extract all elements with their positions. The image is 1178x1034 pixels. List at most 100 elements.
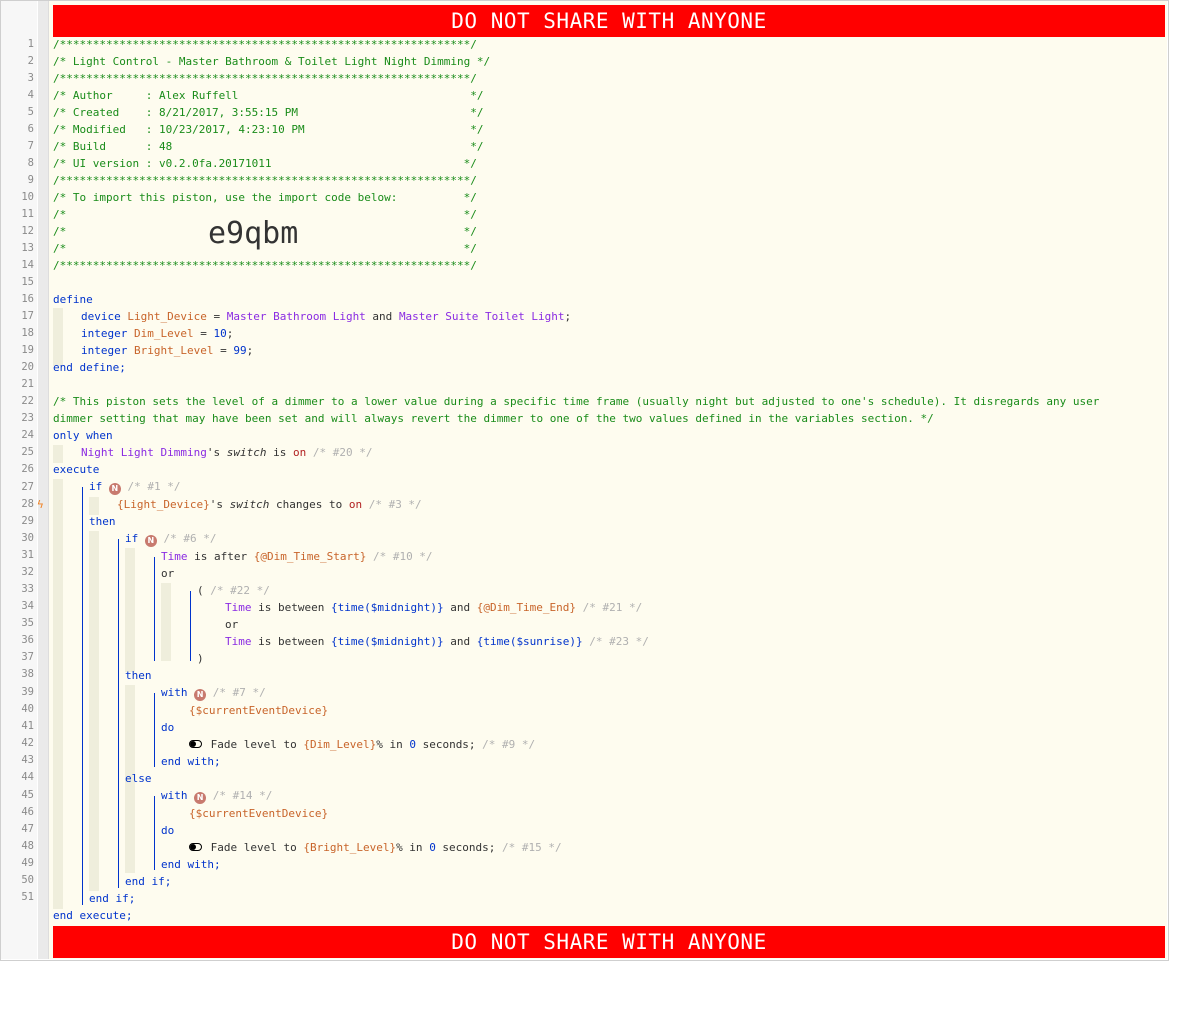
with-statement[interactable]: with N /* #14 */ <box>161 789 272 804</box>
block-bracket <box>190 591 191 661</box>
restriction-condition[interactable]: Night Light Dimming's switch is on /* #2… <box>81 446 372 459</box>
code-line: /***************************************… <box>53 72 477 85</box>
line-number: 14 <box>21 259 34 271</box>
execute-keyword[interactable]: execute <box>53 463 99 476</box>
line-number: 39 <box>21 686 34 698</box>
line-number: 30 <box>21 532 34 544</box>
end-if-keyword[interactable]: end if; <box>125 875 171 888</box>
else-keyword[interactable]: else <box>125 772 152 785</box>
block-bracket <box>82 487 83 905</box>
line-number: 11 <box>21 208 34 220</box>
end-with-keyword[interactable]: end with; <box>161 755 221 768</box>
code-line: /* Modified : 10/23/2017, 4:23:10 PM */ <box>53 123 484 136</box>
line-number: 26 <box>21 463 34 475</box>
end-if-keyword[interactable]: end if; <box>89 892 135 905</box>
line-number: 34 <box>21 600 34 612</box>
indent-rail <box>89 531 99 891</box>
indent-rail <box>89 497 99 515</box>
indent-rail <box>161 583 171 661</box>
line-number: 21 <box>21 378 34 390</box>
if-statement[interactable]: if N /* #1 */ <box>89 480 180 495</box>
n-badge-icon: N <box>194 792 207 804</box>
end-with-keyword[interactable]: end with; <box>161 858 221 871</box>
indent-rail <box>53 479 63 909</box>
do-keyword[interactable]: do <box>161 721 174 734</box>
line-number: 25 <box>21 446 34 458</box>
device-reference[interactable]: {$currentEventDevice} <box>189 704 328 717</box>
condition[interactable]: Time is after {@Dim_Time_Start} /* #10 *… <box>161 550 433 563</box>
line-number: 18 <box>21 327 34 339</box>
or-operator[interactable]: or <box>225 618 238 631</box>
code-line: /***************************************… <box>53 259 477 272</box>
line-number: 2 <box>27 55 34 67</box>
line-number: 44 <box>21 771 34 783</box>
line-number: 6 <box>27 123 34 135</box>
n-badge-icon: N <box>144 535 157 547</box>
group-close: ) <box>197 652 204 665</box>
line-number: 45 <box>21 789 34 801</box>
warning-banner-bottom: DO NOT SHARE WITH ANYONE <box>53 926 1165 958</box>
line-number: 37 <box>21 651 34 663</box>
condition[interactable]: Time is between {time($midnight)} and {@… <box>225 601 642 614</box>
line-number: 8 <box>27 157 34 169</box>
line-number: 3 <box>27 72 34 84</box>
device-reference[interactable]: {$currentEventDevice} <box>189 807 328 820</box>
line-number: 4 <box>27 89 34 101</box>
or-operator[interactable]: or <box>161 567 174 580</box>
block-bracket <box>154 557 155 661</box>
define-statement[interactable]: device Light_Device = Master Bathroom Li… <box>81 310 571 323</box>
end-execute-keyword[interactable]: end execute; <box>53 909 132 922</box>
line-number: 16 <box>21 293 34 305</box>
code-line: /* To import this piston, use the import… <box>53 191 477 204</box>
line-number: 24 <box>21 429 34 441</box>
description-comment: /* This piston sets the level of a dimme… <box>53 395 1100 408</box>
line-number: 12 <box>21 225 34 237</box>
line-number: 7 <box>27 140 34 152</box>
toggle-switch-icon <box>189 843 202 851</box>
define-statement[interactable]: integer Bright_Level = 99; <box>81 344 253 357</box>
description-comment: dimmer setting that may have been set an… <box>53 412 934 425</box>
line-number: 32 <box>21 566 34 578</box>
then-keyword[interactable]: then <box>89 515 116 528</box>
if-statement[interactable]: if N /* #6 */ <box>125 532 216 547</box>
define-keyword[interactable]: define <box>53 293 93 306</box>
line-number: 27 <box>21 481 34 493</box>
task-statement[interactable]: Fade level to {Bright_Level}% in 0 secon… <box>189 841 562 854</box>
line-number: 46 <box>21 806 34 818</box>
with-statement[interactable]: with N /* #7 */ <box>161 686 266 701</box>
line-number: 49 <box>21 857 34 869</box>
line-number: 28 <box>21 498 34 510</box>
define-statement[interactable]: integer Dim_Level = 10; <box>81 327 233 340</box>
trigger-condition[interactable]: {Light_Device}'s switch changes to on /*… <box>117 498 422 511</box>
condition-group[interactable]: ( /* #22 */ <box>197 584 270 597</box>
code-line: /* Author : Alex Ruffell */ <box>53 89 484 102</box>
line-number: 38 <box>21 668 34 680</box>
block-bracket <box>154 693 155 767</box>
then-keyword[interactable]: then <box>125 669 152 682</box>
code-line: /* Created : 8/21/2017, 3:55:15 PM */ <box>53 106 484 119</box>
line-number: 17 <box>21 310 34 322</box>
lightning-bolt-icon: ϟ <box>37 498 44 511</box>
line-number: 22 <box>21 395 34 407</box>
condition[interactable]: Time is between {time($midnight)} and {t… <box>225 635 649 648</box>
do-keyword[interactable]: do <box>161 824 174 837</box>
block-bracket <box>118 539 119 888</box>
line-number: 29 <box>21 515 34 527</box>
line-number: 15 <box>21 276 34 288</box>
line-number: 43 <box>21 754 34 766</box>
line-number: 20 <box>21 361 34 373</box>
only-when-keyword[interactable]: only when <box>53 429 113 442</box>
code-line: /***************************************… <box>53 38 477 51</box>
gutter-marker-strip <box>38 1 48 959</box>
line-number: 31 <box>21 549 34 561</box>
line-number: 9 <box>27 174 34 186</box>
end-define-keyword[interactable]: end define; <box>53 361 126 374</box>
line-number: 41 <box>21 720 34 732</box>
n-badge-icon: N <box>194 689 207 701</box>
task-statement[interactable]: Fade level to {Dim_Level}% in 0 seconds;… <box>189 738 535 751</box>
warning-banner-top: DO NOT SHARE WITH ANYONE <box>53 5 1165 37</box>
indent-rail <box>53 308 63 366</box>
n-badge-icon: N <box>108 483 121 495</box>
code-line: /* UI version : v0.2.0fa.20171011 */ <box>53 157 477 170</box>
import-code[interactable]: e9qbm <box>208 216 298 251</box>
